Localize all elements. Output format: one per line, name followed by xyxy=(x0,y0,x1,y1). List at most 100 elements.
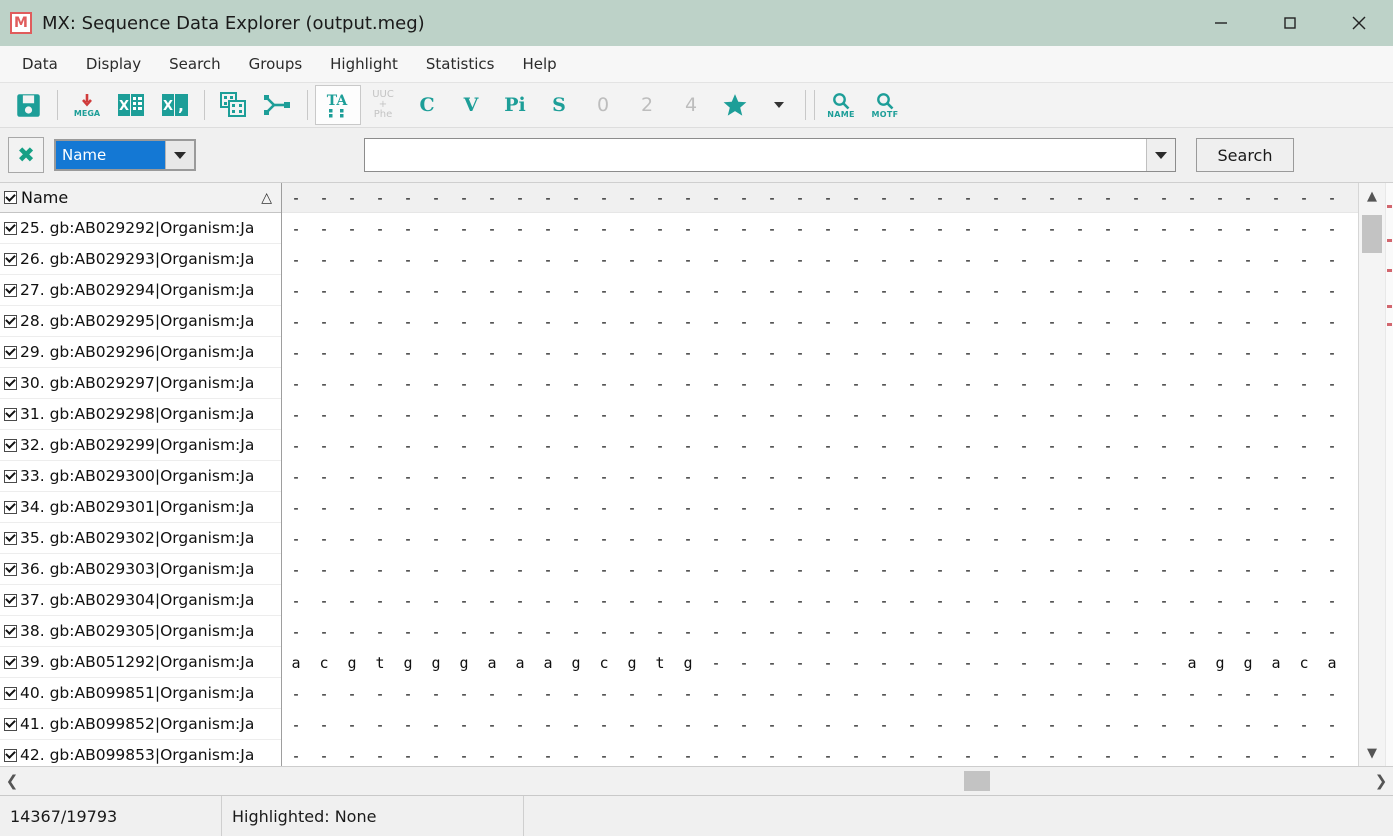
sequence-cell[interactable]: - xyxy=(730,468,758,486)
sequence-cell[interactable]: - xyxy=(534,220,562,238)
sequence-cell[interactable]: - xyxy=(1206,406,1234,424)
sequence-cell[interactable]: - xyxy=(590,437,618,455)
sequence-cell[interactable]: - xyxy=(1234,716,1262,734)
sequence-cell[interactable]: - xyxy=(758,685,786,703)
sequence-cell[interactable]: - xyxy=(1150,499,1178,517)
sequence-cell[interactable]: - xyxy=(310,406,338,424)
sequence-cell[interactable]: - xyxy=(394,251,422,269)
sequence-cell[interactable]: - xyxy=(1178,189,1206,207)
sequence-cell[interactable]: - xyxy=(814,344,842,362)
sequence-cell[interactable]: - xyxy=(898,499,926,517)
sequence-cell[interactable]: - xyxy=(1234,747,1262,765)
vertical-scroll-track[interactable] xyxy=(1359,209,1385,740)
sequence-cell[interactable]: - xyxy=(954,344,982,362)
sequence-cell[interactable]: - xyxy=(1066,716,1094,734)
sequence-cell[interactable]: - xyxy=(422,747,450,765)
sequence-cell[interactable]: - xyxy=(534,375,562,393)
sequence-cell[interactable]: - xyxy=(1094,220,1122,238)
sequence-cell[interactable]: - xyxy=(1262,561,1290,579)
sequence-cell[interactable]: - xyxy=(674,747,702,765)
sequence-cell[interactable]: - xyxy=(590,220,618,238)
sequence-cell[interactable]: - xyxy=(478,468,506,486)
table-row[interactable]: 30. gb:AB029297|Organism:Ja xyxy=(0,368,281,399)
sequence-cell[interactable]: - xyxy=(1038,592,1066,610)
sequence-cell[interactable]: - xyxy=(702,716,730,734)
sequence-cell[interactable]: - xyxy=(1094,623,1122,641)
sequence-cell[interactable]: - xyxy=(1178,406,1206,424)
sequence-cell[interactable]: - xyxy=(1038,406,1066,424)
row-checkbox[interactable] xyxy=(4,283,17,297)
sequence-cell[interactable]: a xyxy=(1262,654,1290,672)
sequence-cell[interactable]: - xyxy=(786,592,814,610)
sequence-cell[interactable]: - xyxy=(394,468,422,486)
sequence-cell[interactable]: - xyxy=(674,716,702,734)
sequence-cell[interactable]: - xyxy=(562,623,590,641)
sequence-cell[interactable]: - xyxy=(758,220,786,238)
sequence-cell[interactable]: - xyxy=(814,654,842,672)
sequence-cell[interactable]: - xyxy=(422,282,450,300)
sequence-cell[interactable]: - xyxy=(758,251,786,269)
sequence-cell[interactable]: - xyxy=(954,685,982,703)
row-checkbox[interactable] xyxy=(4,562,17,576)
sequence-cell[interactable]: - xyxy=(1290,685,1318,703)
sequence-cell[interactable]: - xyxy=(450,685,478,703)
sequence-cell[interactable]: - xyxy=(1010,747,1038,765)
sequence-cell[interactable]: - xyxy=(982,468,1010,486)
stacked-grids-icon[interactable] xyxy=(212,85,256,125)
sequence-cell[interactable]: - xyxy=(1178,685,1206,703)
sequence-cell[interactable]: - xyxy=(282,344,310,362)
sequence-cell[interactable]: - xyxy=(1206,220,1234,238)
sequence-cell[interactable]: a xyxy=(282,654,310,672)
sequence-cell[interactable]: - xyxy=(1262,468,1290,486)
sequence-cell[interactable]: - xyxy=(898,592,926,610)
sequence-cell[interactable]: - xyxy=(534,530,562,548)
row-checkbox[interactable] xyxy=(4,376,17,390)
sequence-cell[interactable]: t xyxy=(366,654,394,672)
sequence-cell[interactable]: - xyxy=(982,375,1010,393)
sequence-cell[interactable]: - xyxy=(1262,313,1290,331)
sequence-cell[interactable]: - xyxy=(954,406,982,424)
sequence-cell[interactable]: - xyxy=(1290,437,1318,455)
sequence-cell[interactable]: - xyxy=(1150,189,1178,207)
sequence-cell[interactable]: - xyxy=(1010,716,1038,734)
sequence-cell[interactable]: - xyxy=(394,685,422,703)
sequence-cell[interactable]: - xyxy=(1178,313,1206,331)
sequence-cell[interactable]: - xyxy=(1010,685,1038,703)
sequence-cell[interactable]: - xyxy=(1262,189,1290,207)
sequence-cell[interactable]: - xyxy=(786,499,814,517)
sequence-cell[interactable]: - xyxy=(870,747,898,765)
sequence-cell[interactable]: - xyxy=(982,406,1010,424)
sequence-cell[interactable]: - xyxy=(1178,220,1206,238)
sequence-cell[interactable]: - xyxy=(506,251,534,269)
sequence-cell[interactable]: - xyxy=(338,251,366,269)
sequence-cell[interactable]: - xyxy=(926,530,954,548)
sequence-cell[interactable]: - xyxy=(1010,344,1038,362)
sequence-cell[interactable]: - xyxy=(1150,530,1178,548)
sequence-cell[interactable]: - xyxy=(1318,282,1346,300)
sequence-row[interactable]: -------------------------------------- xyxy=(282,337,1358,368)
sequence-cell[interactable]: - xyxy=(954,530,982,548)
codon-pos-4-icon[interactable]: 4 xyxy=(669,85,713,125)
sequence-cell[interactable]: - xyxy=(870,406,898,424)
sequence-cell[interactable]: - xyxy=(926,623,954,641)
sequence-cell[interactable]: - xyxy=(450,592,478,610)
sequence-cell[interactable]: - xyxy=(450,623,478,641)
sequence-cell[interactable]: - xyxy=(1010,220,1038,238)
sequence-cell[interactable]: - xyxy=(338,623,366,641)
sequence-cell[interactable]: - xyxy=(1318,685,1346,703)
sequence-cell[interactable]: - xyxy=(422,561,450,579)
sequence-cell[interactable]: - xyxy=(814,623,842,641)
sequence-cell[interactable]: - xyxy=(758,561,786,579)
sequence-cell[interactable]: - xyxy=(870,251,898,269)
sequence-cell[interactable]: - xyxy=(1066,561,1094,579)
sequence-cell[interactable]: - xyxy=(422,344,450,362)
sequence-cell[interactable]: - xyxy=(338,561,366,579)
table-row[interactable]: 28. gb:AB029295|Organism:Ja xyxy=(0,306,281,337)
sequence-cell[interactable]: - xyxy=(478,251,506,269)
sequence-cell[interactable]: - xyxy=(898,375,926,393)
sequence-cell[interactable]: - xyxy=(814,716,842,734)
menu-item-highlight[interactable]: Highlight xyxy=(316,51,412,77)
sequence-cell[interactable]: - xyxy=(1094,530,1122,548)
sequence-cell[interactable]: - xyxy=(506,716,534,734)
sequence-cell[interactable]: - xyxy=(338,406,366,424)
